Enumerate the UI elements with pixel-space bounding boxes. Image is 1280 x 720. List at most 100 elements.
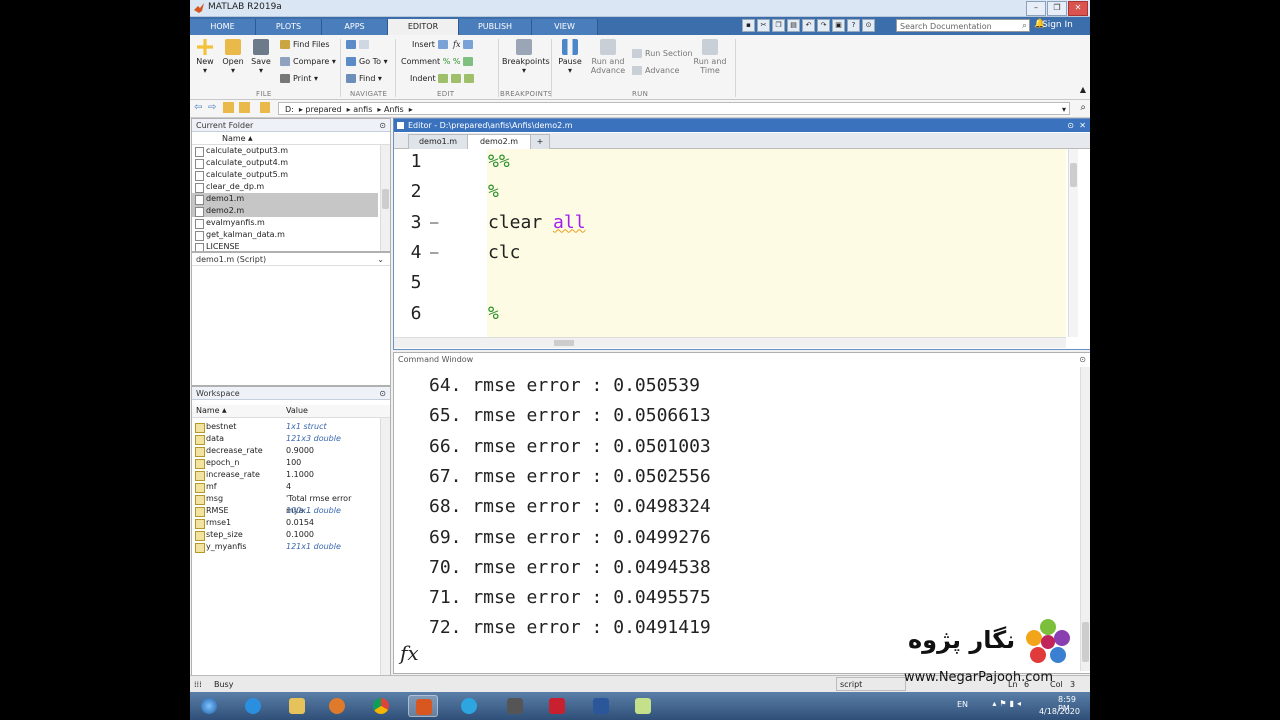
file-list-item[interactable]: calculate_output3.m: [192, 145, 378, 157]
advance-button[interactable]: Advance: [632, 66, 679, 75]
ws-value-column[interactable]: Value: [286, 405, 308, 417]
forward-icon[interactable]: ⇨: [208, 102, 216, 113]
pause-button[interactable]: Pause ▾: [557, 39, 583, 75]
expand-icon[interactable]: ⊙: [862, 19, 875, 32]
browse-folder-icon[interactable]: [239, 102, 250, 113]
workspace-scrollbar[interactable]: [380, 418, 390, 675]
crumb-drive[interactable]: D:: [285, 105, 294, 114]
search-icon[interactable]: ⌕: [1022, 20, 1027, 33]
tab-editor[interactable]: EDITOR: [388, 19, 459, 35]
tray-icons[interactable]: ▴⚑▮◂: [992, 699, 1024, 708]
paste-icon[interactable]: ▤: [787, 19, 800, 32]
new-button[interactable]: New ▾: [194, 39, 216, 75]
tab-publish[interactable]: PUBLISH: [459, 19, 532, 35]
editor-v-scrollbar[interactable]: [1068, 149, 1078, 337]
folder-path[interactable]: D: ▸ prepared ▸ anfis ▸ Anfis ▸ ▾: [278, 102, 1070, 115]
new-tab-button[interactable]: +: [530, 134, 550, 149]
scrollbar-thumb[interactable]: [382, 189, 389, 209]
goto-button[interactable]: Go To ▾: [346, 57, 388, 66]
tab-plots[interactable]: PLOTS: [256, 19, 322, 35]
workspace-variable-row[interactable]: decrease_rate 0.9000: [192, 445, 378, 457]
file-list-item[interactable]: evalmyanfis.m: [192, 217, 378, 229]
run-section-button[interactable]: Run Section: [632, 49, 693, 58]
breakpoints-button[interactable]: Breakpoints ▾: [502, 39, 550, 75]
code-area[interactable]: 1%% 2% 3 — clear all 4 — clc 5 6%: [394, 149, 1066, 337]
start-button[interactable]: [194, 695, 224, 717]
help-icon[interactable]: ?: [847, 19, 860, 32]
minimize-button[interactable]: –: [1026, 1, 1046, 16]
fx-prompt-icon[interactable]: fx: [400, 641, 419, 665]
code-line[interactable]: clear all: [488, 212, 586, 233]
workspace-variable-row[interactable]: increase_rate 1.1000: [192, 469, 378, 481]
taskbar-solidworks[interactable]: [542, 695, 572, 717]
crumb-prepared[interactable]: prepared: [305, 105, 341, 114]
crumb-anfis-sub[interactable]: Anfis: [384, 105, 404, 114]
scrollbar-thumb[interactable]: [1082, 622, 1089, 662]
panel-actions-icon[interactable]: ⊙: [379, 119, 386, 132]
chevron-down-icon[interactable]: ⌄: [377, 253, 384, 266]
search-documentation-input[interactable]: Search Documentation ⌕: [896, 19, 1030, 32]
close-window-button[interactable]: ✕: [1068, 1, 1088, 16]
workspace-variable-row[interactable]: rmse1 0.0154: [192, 517, 378, 529]
editor-h-scrollbar[interactable]: [394, 337, 1066, 348]
up-folder-icon[interactable]: [223, 102, 234, 113]
file-list-item[interactable]: calculate_output4.m: [192, 157, 378, 169]
run-and-advance-button[interactable]: Run and Advance: [590, 39, 626, 75]
taskbar-explorer[interactable]: [282, 695, 312, 717]
workspace-variable-row[interactable]: mf 4: [192, 481, 378, 493]
indent-button[interactable]: Indent: [410, 74, 477, 83]
back-forward-buttons[interactable]: [346, 40, 372, 49]
clock-date[interactable]: 4/18/2020: [1039, 707, 1080, 716]
executable-line-marker[interactable]: —: [430, 245, 438, 261]
file-list-item[interactable]: get_kalman_data.m: [192, 229, 378, 241]
taskbar-ie[interactable]: [238, 695, 268, 717]
comment-button[interactable]: Comment % %: [401, 57, 476, 66]
compare-button[interactable]: Compare ▾: [280, 57, 336, 66]
workspace-variable-row[interactable]: step_size 0.1000: [192, 529, 378, 541]
taskbar-media[interactable]: [322, 695, 352, 717]
taskbar-video[interactable]: [500, 695, 530, 717]
switch-windows-icon[interactable]: ▣: [832, 19, 845, 32]
panel-actions-icon[interactable]: ⊙: [379, 387, 386, 400]
find-button[interactable]: Find ▾: [346, 74, 382, 83]
scrollbar-thumb[interactable]: [1070, 163, 1077, 187]
open-button[interactable]: Open ▾: [221, 39, 245, 75]
sign-in-link[interactable]: Sign In: [1042, 20, 1073, 30]
workspace-variable-row[interactable]: data 121x3 double: [192, 433, 378, 445]
back-icon[interactable]: ⇦: [194, 102, 202, 113]
copy-icon[interactable]: ❐: [772, 19, 785, 32]
fx-icon[interactable]: fx: [453, 40, 460, 49]
name-column-header[interactable]: Name: [222, 133, 246, 144]
executable-line-marker[interactable]: —: [430, 215, 438, 231]
taskbar-word[interactable]: [586, 695, 616, 717]
file-list-item[interactable]: calculate_output5.m: [192, 169, 378, 181]
editor-actions-icon[interactable]: ⊙: [1067, 119, 1074, 132]
insert-button[interactable]: Insert fx: [412, 40, 476, 49]
find-files-button[interactable]: Find Files: [280, 40, 330, 49]
workspace-variable-row[interactable]: bestnet 1x1 struct: [192, 421, 378, 433]
editor-tab-demo2[interactable]: demo2.m: [467, 134, 531, 149]
redo-icon[interactable]: ↷: [817, 19, 830, 32]
taskbar-notes[interactable]: [628, 695, 658, 717]
run-and-time-button[interactable]: Run and Time: [690, 39, 730, 75]
collapse-ribbon-icon[interactable]: ▲: [1080, 85, 1086, 94]
details-header[interactable]: demo1.m (Script) ⌄: [192, 253, 390, 266]
code-line[interactable]: %: [488, 303, 499, 324]
code-line[interactable]: %: [488, 181, 499, 202]
save-button[interactable]: Save ▾: [249, 39, 273, 75]
ws-name-column[interactable]: Name: [196, 405, 220, 417]
panel-actions-icon[interactable]: ⊙: [1079, 353, 1086, 366]
taskbar-matlab[interactable]: [408, 695, 438, 717]
language-indicator[interactable]: EN: [957, 700, 968, 709]
crumb-anfis[interactable]: anfis: [353, 105, 372, 114]
editor-tab-demo1[interactable]: demo1.m: [408, 134, 468, 149]
tab-apps[interactable]: APPS: [322, 19, 388, 35]
workspace-variable-row[interactable]: RMSE 100x1 double: [192, 505, 378, 517]
cut-icon[interactable]: ✂: [757, 19, 770, 32]
h-scrollbar-thumb[interactable]: [554, 340, 574, 346]
tab-home[interactable]: HOME: [190, 19, 256, 35]
path-dropdown-icon[interactable]: ▾: [1062, 103, 1066, 116]
taskbar-telegram[interactable]: [454, 695, 484, 717]
maximize-button[interactable]: ❐: [1047, 1, 1067, 16]
file-list-item[interactable]: demo1.m: [192, 193, 378, 205]
